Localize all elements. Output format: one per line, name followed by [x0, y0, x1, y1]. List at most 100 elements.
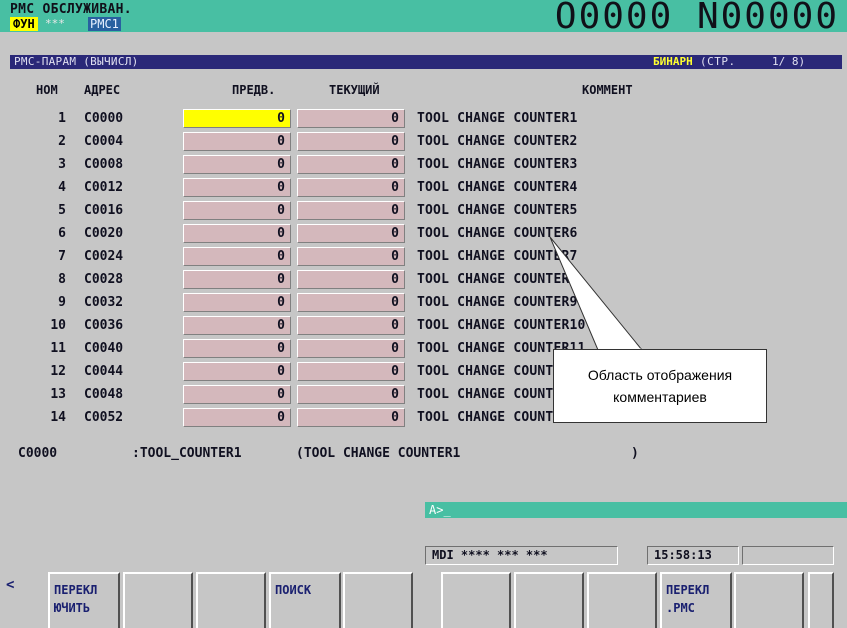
row-address: C0016: [84, 203, 124, 218]
row-comment: TOOL CHANGE COUNTER2: [417, 134, 578, 149]
softkey-8[interactable]: [587, 572, 657, 628]
comment-area-callout: Область отображения комментариев: [553, 349, 767, 423]
current-value-field[interactable]: 0: [297, 293, 405, 312]
row-address: C0036: [84, 318, 124, 333]
preset-value-field[interactable]: 0: [183, 339, 291, 358]
current-value-field[interactable]: 0: [297, 339, 405, 358]
preset-value-field[interactable]: 0: [183, 132, 291, 151]
softkey-search[interactable]: ПОИСК: [269, 572, 341, 628]
current-value-field[interactable]: 0: [297, 270, 405, 289]
row-address: C0032: [84, 295, 124, 310]
row-number: 14: [50, 410, 66, 425]
status-stars: ***: [45, 17, 65, 30]
page-number: 1/ 8): [772, 55, 806, 68]
table-row: 2 C0004 0 0 TOOL CHANGE COUNTER2: [0, 131, 847, 152]
softkey-5[interactable]: [343, 572, 413, 628]
row-comment: TOOL CHANGE COUNTER5: [417, 203, 578, 218]
row-comment: TOOL CHANGE COUNTER9: [417, 295, 578, 310]
selected-address: C0000: [18, 446, 58, 461]
softkey-10[interactable]: [734, 572, 804, 628]
preset-value-field[interactable]: 0: [183, 385, 291, 404]
current-value-field[interactable]: 0: [297, 247, 405, 266]
row-number: 3: [58, 157, 66, 172]
row-number: 7: [58, 249, 66, 264]
row-number: 9: [58, 295, 66, 310]
table-row: 4 C0012 0 0 TOOL CHANGE COUNTER4: [0, 177, 847, 198]
screen-title: PMC-ПАРАМ (ВЫЧИСЛ): [14, 55, 139, 68]
row-number: 6: [58, 226, 66, 241]
row-address: C0028: [84, 272, 124, 287]
preset-value-field[interactable]: 0: [183, 362, 291, 381]
row-number: 12: [50, 364, 66, 379]
row-address: C0052: [84, 410, 124, 425]
row-number: 1: [58, 111, 66, 126]
current-value-field[interactable]: 0: [297, 408, 405, 427]
softkey-switch[interactable]: ПЕРЕКЛ ЮЧИТЬ: [48, 572, 120, 628]
current-value-field[interactable]: 0: [297, 362, 405, 381]
current-value-field[interactable]: 0: [297, 178, 405, 197]
row-comment: TOOL CHANGE COUNTER4: [417, 180, 578, 195]
preset-value-field[interactable]: 0: [183, 201, 291, 220]
key-input-line[interactable]: A>_: [425, 502, 847, 518]
callout-line-1: Область отображения: [587, 367, 733, 383]
table-row: 1 C0000 0 0 TOOL CHANGE COUNTER1: [0, 108, 847, 129]
preset-value-field[interactable]: 0: [183, 293, 291, 312]
table-row: 3 C0008 0 0 TOOL CHANGE COUNTER3: [0, 154, 847, 175]
softkey-return-icon[interactable]: <: [6, 577, 14, 593]
row-comment: TOOL CHANGE COUNTER1: [417, 111, 578, 126]
softkey-3[interactable]: [196, 572, 266, 628]
program-number: O0000 N00000: [554, 0, 839, 37]
preset-value-field[interactable]: 0: [183, 224, 291, 243]
row-number: 4: [58, 180, 66, 195]
preset-value-field[interactable]: 0: [183, 109, 291, 128]
pmc-path-label: PMC1: [88, 17, 121, 31]
current-value-field[interactable]: 0: [297, 316, 405, 335]
mode-title: PMC ОБСЛУЖИВАН.: [10, 2, 132, 17]
row-number: 5: [58, 203, 66, 218]
preset-value-field[interactable]: 0: [183, 270, 291, 289]
column-header-preset: ПРЕДВ.: [232, 83, 276, 97]
header-bar: PMC ОБСЛУЖИВАН. ФУН *** PMC1 O0000 N0000…: [0, 0, 847, 37]
current-value-field[interactable]: 0: [297, 201, 405, 220]
row-number: 8: [58, 272, 66, 287]
preset-value-field[interactable]: 0: [183, 408, 291, 427]
softkey-next[interactable]: [808, 572, 834, 628]
row-number: 11: [50, 341, 66, 356]
page-label: (СТР.: [700, 55, 736, 68]
column-header-current: ТЕКУЩИЙ: [329, 83, 380, 97]
preset-value-field[interactable]: 0: [183, 316, 291, 335]
row-address: C0024: [84, 249, 124, 264]
mode-status-box: MDI **** *** ***: [425, 546, 618, 565]
preset-value-field[interactable]: 0: [183, 247, 291, 266]
row-number: 13: [50, 387, 66, 402]
current-value-field[interactable]: 0: [297, 132, 405, 151]
row-address: C0020: [84, 226, 124, 241]
row-comment: TOOL CHANGE COUNTER10: [417, 318, 586, 333]
current-value-field[interactable]: 0: [297, 385, 405, 404]
current-value-field[interactable]: 0: [297, 109, 405, 128]
table-row: 9 C0032 0 0 TOOL CHANGE COUNTER9: [0, 292, 847, 313]
softkey-label: ПОИСК: [275, 583, 312, 597]
row-comment: TOOL CHANGE COUNTER6: [417, 226, 578, 241]
softkey-switch-pmc[interactable]: ПЕРЕКЛ .PMC: [660, 572, 732, 628]
table-row: 5 C0016 0 0 TOOL CHANGE COUNTER5: [0, 200, 847, 221]
current-value-field[interactable]: 0: [297, 224, 405, 243]
current-value-field[interactable]: 0: [297, 155, 405, 174]
row-number: 10: [50, 318, 66, 333]
row-comment: TOOL CHANGE COUNTER3: [417, 157, 578, 172]
selected-comment: (TOOL CHANGE COUNTER1: [296, 446, 461, 461]
softkey-label: ПЕРЕКЛ .PMC: [666, 583, 710, 615]
softkey-6[interactable]: [441, 572, 511, 628]
softkey-2[interactable]: [123, 572, 193, 628]
screen-titlebar: PMC-ПАРАМ (ВЫЧИСЛ) БИНАРН (СТР. 1/ 8): [10, 55, 842, 69]
clock-box: 15:58:13: [647, 546, 739, 565]
column-header-comment: КОММЕНТ: [582, 83, 633, 97]
callout-line-2: комментариев: [613, 389, 707, 405]
preset-value-field[interactable]: 0: [183, 178, 291, 197]
softkey-7[interactable]: [514, 572, 584, 628]
row-address: C0012: [84, 180, 124, 195]
row-comment: TOOL CHANGE COUNTER8: [417, 272, 578, 287]
binary-mode-label: БИНАРН: [653, 55, 693, 68]
row-address: C0004: [84, 134, 124, 149]
preset-value-field[interactable]: 0: [183, 155, 291, 174]
